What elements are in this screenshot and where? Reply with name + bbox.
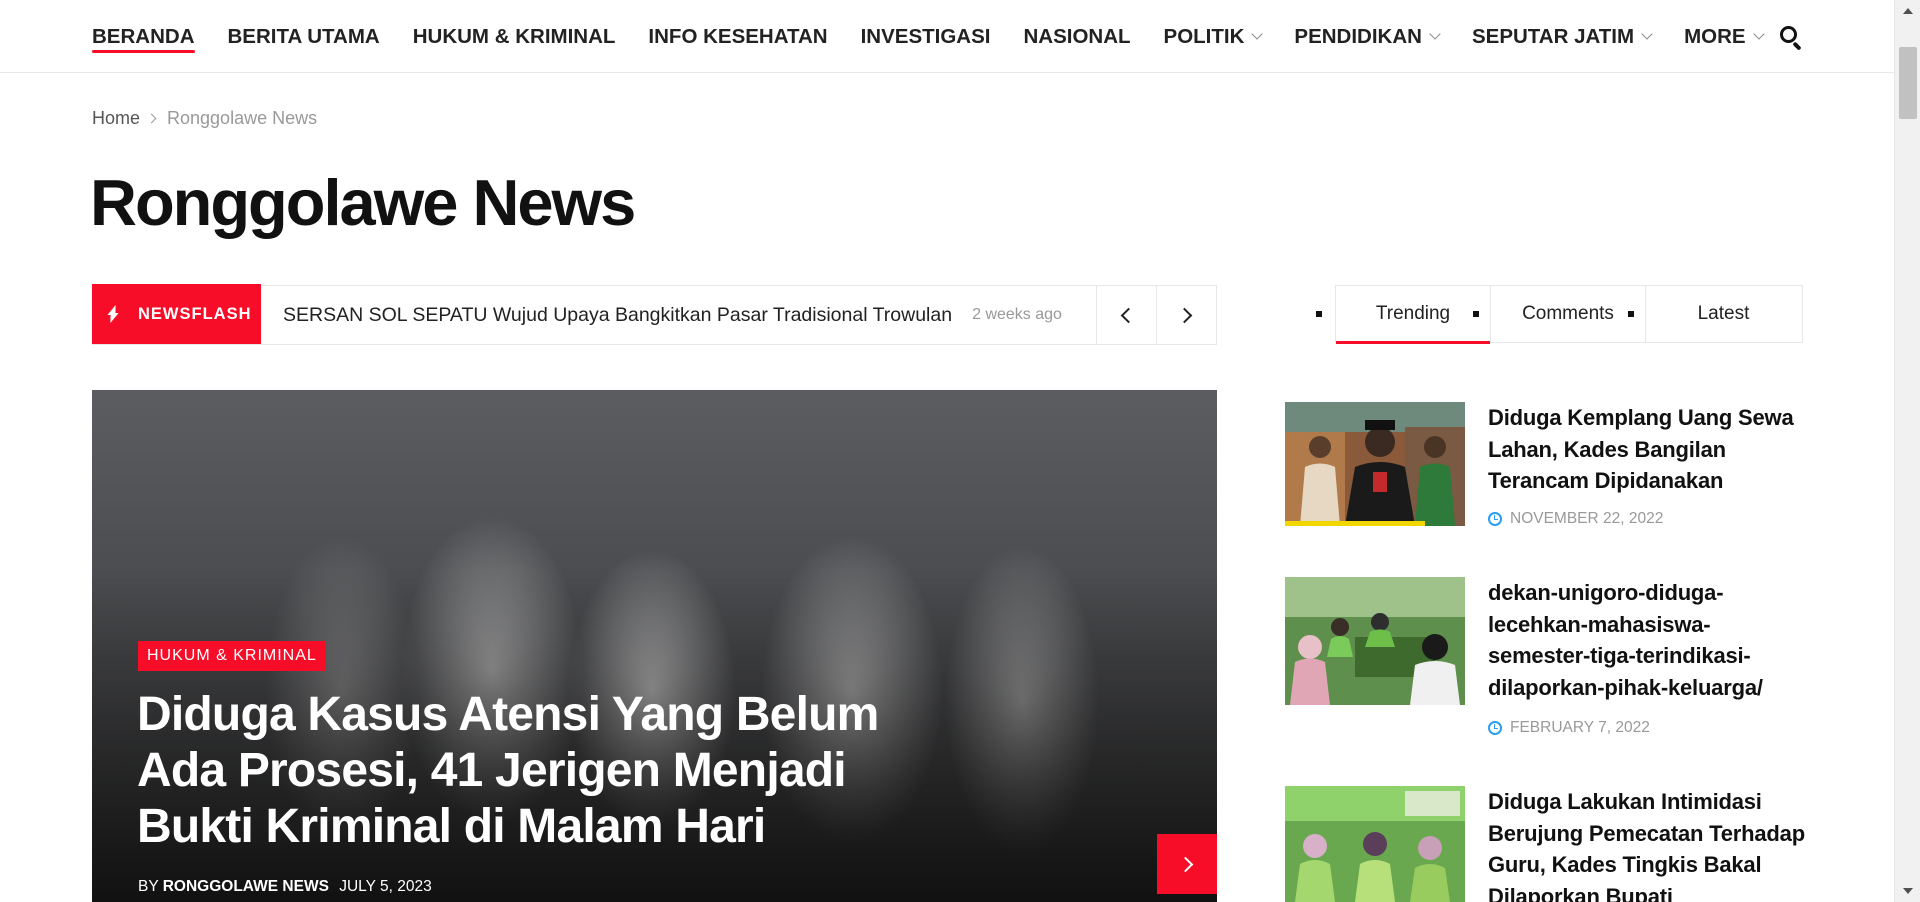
hero-date: JULY 5, 2023	[339, 878, 432, 895]
search-icon-handle	[1792, 41, 1802, 51]
tab-label: Trending	[1375, 303, 1451, 324]
nav-item-investigasi[interactable]: INVESTIGASI	[861, 0, 991, 73]
breadcrumb: Home Ronggolawe News	[92, 108, 317, 129]
newsflash-next-button[interactable]	[1156, 285, 1216, 345]
clock-icon	[1488, 721, 1502, 735]
post-date-text: NOVEMBER 22, 2022	[1510, 510, 1664, 527]
nav-menu: BERANDA BERITA UTAMA HUKUM & KRIMINAL IN…	[92, 0, 1796, 73]
post-date-text: FEBRUARY 7, 2022	[1510, 719, 1650, 736]
breadcrumb-current: Ronggolawe News	[167, 108, 318, 128]
hero-by-label: BY	[138, 878, 159, 895]
chevron-right-icon	[1176, 307, 1193, 323]
chevron-right-icon	[146, 113, 157, 124]
nav-item-hukum-kriminal[interactable]: HUKUM & KRIMINAL	[413, 0, 616, 73]
chevron-down-icon	[1752, 28, 1765, 40]
nav-item-seputar-jatim[interactable]: SEPUTAR JATIM	[1471, 0, 1653, 73]
search-icon[interactable]	[1778, 24, 1804, 51]
post-title-link[interactable]: Diduga Kemplang Uang Sewa Lahan, Kades B…	[1488, 402, 1808, 497]
chevron-down-icon	[1251, 28, 1264, 40]
nav-item-politik[interactable]: POLITIK	[1163, 0, 1264, 73]
newsflash-label-text: NEWSFLASH	[138, 304, 252, 323]
scroll-thumb[interactable]	[1899, 47, 1917, 119]
hero-category-badge[interactable]: HUKUM & KRIMINAL	[138, 641, 326, 671]
nav-item-info-kesehatan[interactable]: INFO KESEHATAN	[648, 0, 827, 73]
chevron-right-icon	[1177, 856, 1193, 872]
hero-meta: BY RONGGOLAWE NEWS JULY 5, 2023	[138, 878, 432, 896]
page-scrollbar[interactable]	[1894, 0, 1920, 902]
post-thumbnail[interactable]	[1285, 577, 1465, 705]
nav-item-label: BERANDA	[92, 24, 195, 48]
newsflash-ticker: NEWSFLASH SERSAN SOL SEPATU Wujud Upaya …	[92, 284, 1217, 345]
nav-item-label: BERITA UTAMA	[227, 24, 380, 48]
bullet-icon	[1316, 311, 1322, 317]
nav-item-nasional[interactable]: NASIONAL	[1023, 0, 1130, 73]
hero-featured-article[interactable]: HUKUM & KRIMINAL Diduga Kasus Atensi Yan…	[92, 390, 1217, 902]
thumbnail-image	[1285, 577, 1465, 705]
post-date: FEBRUARY 7, 2022	[1488, 719, 1650, 737]
nav-item-label: POLITIK	[1163, 24, 1245, 48]
sidebar-post[interactable]: Diduga Kemplang Uang Sewa Lahan, Kades B…	[1285, 402, 1805, 542]
nav-item-pendidikan[interactable]: PENDIDIKAN	[1294, 0, 1441, 73]
nav-item-beranda[interactable]: BERANDA	[92, 0, 195, 73]
tab-comments[interactable]: Comments	[1491, 286, 1646, 342]
post-title-link[interactable]: Diduga Lakukan Intimidasi Berujung Pemec…	[1488, 786, 1805, 902]
hero-author-link[interactable]: RONGGOLAWE NEWS	[163, 878, 329, 895]
lightning-bolt-icon	[106, 305, 120, 323]
nav-item-label: INVESTIGASI	[860, 24, 991, 48]
main-navigation: BERANDA BERITA UTAMA HUKUM & KRIMINAL IN…	[0, 0, 1894, 73]
chevron-left-icon	[1120, 307, 1137, 323]
breadcrumb-home-link[interactable]: Home	[92, 108, 140, 129]
chevron-down-icon	[1429, 28, 1441, 40]
hero-title-link[interactable]: Diduga Kasus Atensi Yang Belum Ada Prose…	[137, 687, 897, 855]
scroll-down-arrow-icon[interactable]	[1903, 888, 1913, 894]
tab-label: Latest	[1697, 303, 1750, 324]
thumbnail-image	[1285, 786, 1465, 902]
nav-item-label: HUKUM & KRIMINAL	[412, 24, 616, 48]
tab-label: Comments	[1522, 303, 1614, 324]
tab-latest[interactable]: Latest	[1646, 286, 1801, 342]
thumbnail-image	[1285, 402, 1465, 526]
post-thumbnail[interactable]	[1285, 402, 1465, 526]
nav-item-label: NASIONAL	[1023, 24, 1131, 48]
newsflash-label: NEWSFLASH	[92, 284, 261, 344]
clock-icon	[1488, 512, 1502, 526]
post-title-link[interactable]: dekan-unigoro-diduga-lecehkan-mahasiswa-…	[1488, 577, 1808, 703]
sidebar-post[interactable]: Diduga Lakukan Intimidasi Berujung Pemec…	[1285, 786, 1805, 902]
post-date: NOVEMBER 22, 2022	[1488, 510, 1663, 528]
nav-item-label: PENDIDIKAN	[1294, 24, 1422, 48]
newsflash-time: 2 weeks ago	[972, 306, 1062, 323]
search-icon-ring	[1780, 26, 1797, 43]
page-title: Ronggolawe News	[90, 166, 636, 239]
post-thumbnail[interactable]	[1285, 786, 1465, 902]
newsflash-prev-button[interactable]	[1096, 285, 1156, 345]
newsflash-headline-link[interactable]: SERSAN SOL SEPATU Wujud Upaya Bangkitkan…	[283, 304, 952, 327]
nav-item-label: MORE	[1684, 24, 1746, 48]
nav-item-label: INFO KESEHATAN	[648, 24, 828, 48]
chevron-down-icon	[1641, 28, 1653, 40]
sidebar-tabs: Trending Comments Latest	[1335, 285, 1803, 344]
nav-item-label: SEPUTAR JATIM	[1471, 24, 1635, 48]
nav-item-more[interactable]: MORE	[1684, 0, 1765, 73]
sidebar-post[interactable]: dekan-unigoro-diduga-lecehkan-mahasiswa-…	[1285, 577, 1805, 757]
hero-next-button[interactable]	[1157, 834, 1217, 894]
scroll-up-arrow-icon[interactable]	[1903, 8, 1913, 14]
nav-item-berita-utama[interactable]: BERITA UTAMA	[228, 0, 380, 73]
tab-trending[interactable]: Trending	[1336, 286, 1491, 344]
